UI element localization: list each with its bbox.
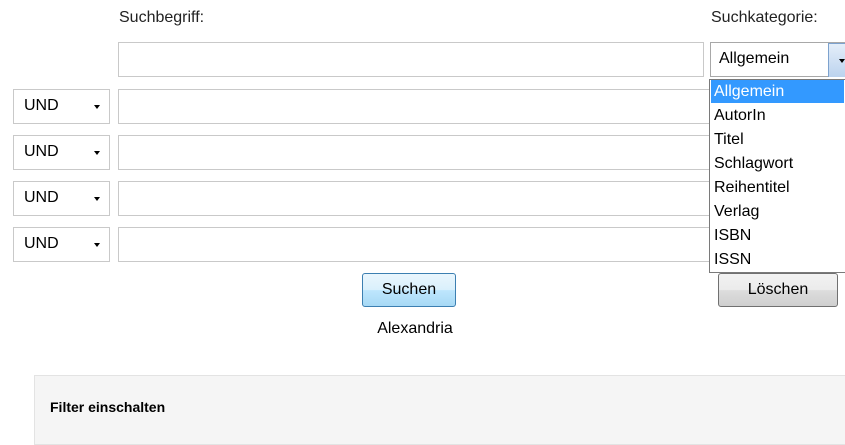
chevron-down-icon bbox=[839, 59, 845, 63]
category-option-isbn[interactable]: ISBN bbox=[711, 224, 844, 247]
operator-value: UND bbox=[24, 235, 59, 252]
operator-select-1[interactable]: UND bbox=[13, 89, 110, 124]
chevron-down-icon bbox=[94, 151, 100, 155]
operator-select-3[interactable]: UND bbox=[13, 181, 110, 216]
category-dropdown-list: Allgemein AutorIn Titel Schlagwort Reihe… bbox=[709, 79, 845, 273]
search-row-input-1[interactable] bbox=[118, 89, 718, 124]
search-row-input-2[interactable] bbox=[118, 135, 718, 170]
filter-toggle-heading[interactable]: Filter einschalten bbox=[50, 399, 165, 415]
search-row-input-3[interactable] bbox=[118, 181, 718, 216]
search-term-label: Suchbegriff: bbox=[119, 9, 205, 26]
operator-select-4[interactable]: UND bbox=[13, 227, 110, 262]
category-option-schlagwort[interactable]: Schlagwort bbox=[711, 152, 844, 175]
operator-select-2[interactable]: UND bbox=[13, 135, 110, 170]
category-option-verlag[interactable]: Verlag bbox=[711, 200, 844, 223]
category-dropdown-button[interactable] bbox=[828, 43, 845, 77]
search-category-select[interactable]: Allgemein bbox=[710, 42, 845, 77]
category-option-issn[interactable]: ISSN bbox=[711, 248, 844, 271]
operator-value: UND bbox=[24, 97, 59, 114]
clear-button[interactable]: Löschen bbox=[718, 273, 838, 307]
chevron-down-icon bbox=[94, 243, 100, 247]
chevron-down-icon bbox=[94, 197, 100, 201]
category-option-titel[interactable]: Titel bbox=[711, 128, 844, 151]
category-selected-value: Allgemein bbox=[719, 50, 790, 67]
chevron-down-icon bbox=[94, 105, 100, 109]
search-term-input[interactable] bbox=[118, 42, 704, 77]
search-button[interactable]: Suchen bbox=[362, 273, 456, 307]
operator-value: UND bbox=[24, 143, 59, 160]
operator-value: UND bbox=[24, 189, 59, 206]
category-option-allgemein[interactable]: Allgemein bbox=[711, 80, 844, 103]
filter-panel: Filter einschalten bbox=[34, 375, 845, 445]
category-option-autorin[interactable]: AutorIn bbox=[711, 104, 844, 127]
category-option-reihentitel[interactable]: Reihentitel bbox=[711, 176, 844, 199]
brand-text: Alexandria bbox=[377, 320, 453, 337]
search-category-label: Suchkategorie: bbox=[711, 9, 818, 26]
search-row-input-4[interactable] bbox=[118, 227, 718, 262]
